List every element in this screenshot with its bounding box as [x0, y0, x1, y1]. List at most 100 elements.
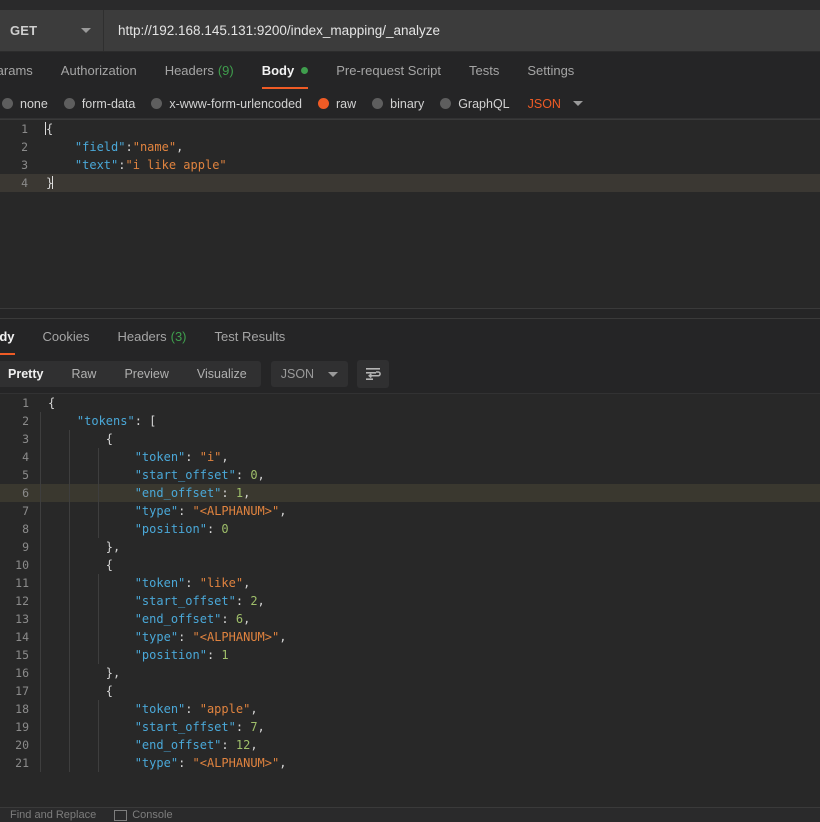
token-punc: , [243, 576, 251, 590]
token-punc: , [243, 612, 251, 626]
code-text: "token": "like", [40, 574, 820, 592]
token-punc: : [118, 158, 126, 172]
code-line: 2 "field":"name", [0, 138, 820, 156]
token-punc: : [235, 468, 251, 482]
code-text: "type": "<ALPHANUM>", [40, 754, 820, 772]
token-num: 12 [235, 738, 251, 752]
chevron-down-icon [328, 371, 339, 377]
tab-params[interactable]: Params [0, 52, 47, 89]
request-body-editor[interactable]: 1{2 "field":"name", 3 "text":"i like appl… [0, 119, 820, 308]
body-type-form-data[interactable]: form-data [63, 97, 135, 111]
indent-guide [40, 502, 41, 520]
token-key: "start_offset" [134, 594, 236, 608]
http-method-select[interactable]: GET [0, 10, 104, 51]
indent-guide [40, 430, 41, 448]
indent-guide [69, 520, 70, 538]
indent-guide [69, 718, 70, 736]
token-key: "type" [134, 504, 179, 518]
response-format-select[interactable]: JSON [270, 361, 349, 387]
code-line: 5 "start_offset": 0, [0, 466, 820, 484]
tab-label: Headers [117, 329, 167, 344]
tab-authorization[interactable]: Authorization [47, 52, 151, 89]
response-tab-body[interactable]: Body [0, 318, 29, 355]
view-mode-pretty[interactable]: Pretty [0, 361, 57, 387]
line-number: 14 [15, 630, 29, 644]
token-punc: : [178, 504, 193, 518]
line-number: 3 [22, 432, 29, 446]
line-number: 4 [21, 176, 28, 190]
line-number: 12 [15, 594, 29, 608]
request-tab-bar: Params Authorization Headers(9) Body Pre-req… [0, 52, 820, 89]
code-line: 3 "text":"i like apple" [0, 156, 820, 174]
body-type-raw[interactable]: raw [318, 97, 356, 111]
response-tab-test-results[interactable]: Test Results [201, 318, 300, 355]
code-line: 4 "token": "i", [0, 448, 820, 466]
line-number: 18 [15, 702, 29, 716]
response-tab-headers[interactable]: Headers (3) [103, 318, 200, 355]
token-punc: { [46, 122, 54, 136]
token-punc: }, [105, 666, 121, 680]
code-line: 3 { [0, 430, 820, 448]
indent-guide [40, 610, 41, 628]
tab-headers[interactable]: Headers (9) [151, 52, 248, 89]
body-type-none[interactable]: none [2, 97, 48, 111]
line-number: 21 [15, 756, 29, 770]
tab-label: Test Results [214, 329, 286, 344]
code-line: 15 "position": 1 [0, 646, 820, 664]
token-num: 2 [250, 594, 258, 608]
indent-guide [40, 556, 41, 574]
body-type-binary[interactable]: binary [372, 97, 424, 111]
code-text: } [38, 174, 820, 192]
indent-guide [69, 592, 70, 610]
body-format-select[interactable]: JSON [528, 97, 583, 111]
code-text: { [40, 394, 820, 412]
line-number: 13 [15, 612, 29, 626]
token-punc: , [176, 140, 184, 154]
postman-window: GET http://192.168.145.131:9200/index_ma… [0, 0, 820, 822]
word-wrap-icon[interactable] [357, 360, 390, 388]
token-punc: , [257, 468, 265, 482]
indent-guide [98, 610, 99, 628]
view-mode-preview[interactable]: Preview [110, 361, 182, 387]
code-line: 16 }, [0, 664, 820, 682]
code-text: { [40, 556, 820, 574]
response-tab-cookies[interactable]: Cookies [29, 318, 104, 355]
token-str: "i" [199, 450, 222, 464]
text-cursor [52, 176, 54, 189]
token-punc: : [185, 702, 200, 716]
token-num: 1 [235, 486, 244, 500]
tab-label: Headers [164, 63, 214, 78]
tab-body[interactable]: Body [248, 52, 323, 89]
token-num: 0 [250, 468, 258, 482]
token-punc: : [221, 612, 236, 626]
body-type-graphql[interactable]: GraphQL [440, 97, 510, 111]
tab-tests[interactable]: Tests [455, 52, 513, 89]
indent-guide [69, 538, 70, 556]
radio-icon [318, 98, 329, 109]
response-body-viewer[interactable]: 1{2 "tokens": [3 {4 "token": "i", 5 "star… [0, 393, 820, 807]
indent-guide [69, 484, 70, 502]
indent-guide [40, 754, 41, 772]
tab-settings[interactable]: Settings [513, 52, 588, 89]
status-bar-label: Find and Replace [10, 809, 97, 821]
body-type-x-www-form-urlencoded[interactable]: x-www-form-urlencoded [151, 97, 302, 111]
status-bar-find-and-replace[interactable]: Find and Replace [10, 809, 96, 821]
token-punc: : [ [134, 414, 157, 428]
view-mode-visualize[interactable]: Visualize [183, 361, 261, 387]
status-bar-label: Console [132, 809, 173, 821]
view-mode-raw[interactable]: Raw [57, 361, 110, 387]
indent-guide [40, 592, 41, 610]
code-line: 7 "type": "<ALPHANUM>", [0, 502, 820, 520]
body-type-label: binary [390, 96, 425, 111]
token-key: "position" [134, 648, 207, 662]
request-url-input[interactable]: http://192.168.145.131:9200/index_mappin… [104, 10, 820, 51]
indent-guide [69, 736, 70, 754]
token-punc: , [257, 594, 265, 608]
tab-pre-request-script[interactable]: Pre-request Script [322, 52, 455, 89]
code-text: { [40, 682, 820, 700]
status-bar-console[interactable]: Console [114, 809, 173, 821]
code-text: "end_offset": 6, [40, 610, 820, 628]
